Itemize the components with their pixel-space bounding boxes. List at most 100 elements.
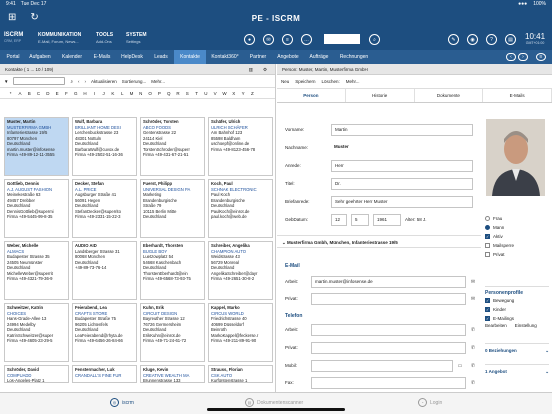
refresh-button[interactable]: Aktualisieren [91, 79, 117, 84]
alphabet-letter[interactable]: I [90, 91, 99, 96]
contact-card[interactable]: Schweitzer, Katrin CHOICES Hans-Grade-Alle… [4, 303, 69, 362]
briefanrede-field[interactable]: Sehr geehrter Herr Muster [331, 196, 473, 208]
gender-mann-radio[interactable]: Mann [485, 223, 549, 232]
alphabet-letter[interactable]: M [127, 91, 136, 96]
profile-bewegung[interactable]: ✓ Bewegung [485, 296, 549, 305]
contact-card[interactable]: Strauss, Florian CSK AUTO Kurfürstenstrass… [208, 365, 273, 383]
settings-icon[interactable]: ⚙ [263, 64, 267, 75]
alphabet-letter[interactable]: * [6, 91, 15, 96]
user-icon[interactable]: ◉ [467, 34, 478, 45]
privat-checkbox[interactable]: Privat [485, 250, 549, 259]
contact-card[interactable]: Wulf, Barbara BRILLIANT HOME DESI Lerchenb… [72, 117, 137, 176]
tab-helpdesk[interactable]: HelpDesk [118, 50, 146, 64]
alphabet-letter[interactable]: H [80, 91, 89, 96]
search-icon[interactable]: ⌕ [70, 79, 73, 84]
nachname-field[interactable]: Muster [331, 142, 473, 154]
alphabet-letter[interactable]: S [183, 91, 192, 96]
alphabet-letter[interactable]: T [192, 91, 201, 96]
more-icon[interactable]: … [301, 34, 312, 45]
contact-card[interactable]: Gottlieb, Dennis A.J. AUGUST FASHION Meine… [4, 179, 69, 238]
mail-icon[interactable]: ✉ [470, 279, 476, 285]
contact-card[interactable]: Weber, Michelle ALMACS Budapester Strasse … [4, 241, 69, 300]
tel-mobil-field[interactable] [311, 360, 453, 372]
alphabet-letter[interactable]: R [173, 91, 182, 96]
filter-icon[interactable]: ▼ [4, 79, 8, 84]
alphabet-letter[interactable]: X [229, 91, 238, 96]
vorname-field[interactable]: Martin [331, 124, 473, 136]
contact-card[interactable]: Schröder, David COMPUADD Los-Angeles-Platz… [4, 365, 69, 383]
einstellung-button[interactable]: Einstellung [515, 323, 537, 331]
contact-card[interactable]: Eberhardt, Thorsten BUGLE BOY Luetzowplatz… [140, 241, 205, 300]
profile-kinder[interactable]: ✓ Kinder [485, 305, 549, 314]
alphabet-letter[interactable]: W [220, 91, 229, 96]
alphabet-letter[interactable]: A [15, 91, 24, 96]
contact-search-input[interactable] [13, 77, 66, 85]
tel-fax-field[interactable] [311, 377, 466, 389]
menu-system[interactable]: SYSTEM Settings [126, 32, 147, 45]
contact-card[interactable]: Muster, Martin MUSTERFIRMA GMBH Infanterie… [4, 117, 69, 176]
tab-emails[interactable]: E-Mails [483, 89, 552, 102]
alphabet-letter[interactable]: U [201, 91, 210, 96]
phone-icon[interactable]: ✆ [470, 345, 476, 351]
company-section[interactable]: ⌄ Musterfirma Gmbh, München, Infanteries… [277, 235, 481, 248]
phone-icon[interactable]: ✆ [470, 380, 476, 386]
contact-card[interactable]: Schäfer, Ulrich ULRICH SCHÄFER Am Bahnhof … [208, 117, 273, 176]
contact-card[interactable]: AUDIO AID Landsberger Strasse 31 80068 Mün… [72, 241, 137, 300]
bearbeiten-button[interactable]: Bearbeiten [485, 323, 507, 331]
new-button[interactable]: Neu [281, 79, 289, 84]
gender-frau-radio[interactable]: Frau [485, 214, 549, 223]
sort-button[interactable]: Sortierung... [122, 79, 147, 84]
geb-day-field[interactable]: 12 [331, 214, 347, 226]
search-icon[interactable]: ⌕ [369, 34, 380, 45]
alphabet-letter[interactable]: P [155, 91, 164, 96]
tab-dokumente[interactable]: Dokumente [415, 89, 484, 102]
tab-rechnungen[interactable]: Rechnungen [336, 50, 372, 64]
contact-card[interactable]: Kuhn, Erik CIRCUIT DESIGN Bayreuther Stras… [140, 303, 205, 362]
alphabet-letter[interactable]: E [52, 91, 61, 96]
contact-card[interactable]: Schröder, Torsten ABCO FOODS Gentenstrasse… [140, 117, 205, 176]
geb-year-field[interactable]: 1961 [373, 214, 401, 226]
alphabet-letter[interactable]: Q [164, 91, 173, 96]
mail-icon[interactable]: ✉ [263, 34, 274, 45]
tab-person[interactable]: Person [277, 89, 346, 102]
alarm-icon[interactable]: ● [244, 34, 255, 45]
next-page-icon[interactable]: › [85, 79, 87, 84]
tab-kontakt360[interactable]: Kontakt360° [208, 50, 242, 64]
mail-icon[interactable]: ✉ [470, 296, 476, 302]
beziehungen-section[interactable]: 0 Beziehungen ⌄ [485, 343, 549, 357]
tab-leads[interactable]: Leads [150, 50, 172, 64]
phone-icon[interactable]: ✆ [470, 363, 476, 369]
profile-emailings[interactable]: ✓ E-Mailings [485, 314, 549, 323]
contact-card[interactable]: Kappel, Marko CIRCUS WORLD Friedrichstrass… [208, 303, 273, 362]
tab-menu-icon[interactable]: ≡ [536, 53, 546, 61]
titel-select[interactable]: Dr. [331, 178, 473, 190]
contact-card[interactable]: Feierabend, Lea CRAFTS STORE Budapester St… [72, 303, 137, 362]
alphabet-letter[interactable]: Y [238, 91, 247, 96]
save-button[interactable]: Speichern [295, 79, 315, 84]
sms-icon[interactable]: ▭ [457, 363, 463, 369]
tab-portal[interactable]: Portal [4, 50, 22, 64]
more-button[interactable]: Mehr... [346, 79, 360, 84]
alphabet-letter[interactable]: L [118, 91, 127, 96]
iscrm-button[interactable]: ◎ iscrm [110, 398, 134, 407]
tab-angebote[interactable]: Angebote [274, 50, 302, 64]
tab-emails[interactable]: E-Mails [90, 50, 114, 64]
alphabet-letter[interactable]: G [71, 91, 80, 96]
tab-partner[interactable]: Partner [246, 50, 270, 64]
contact-card[interactable]: Fenstermacher, Luk CRANDALL'S FINE FUR [72, 365, 137, 383]
tab-auftraege[interactable]: Aufträge [306, 50, 332, 64]
aktiv-checkbox[interactable]: ✓ Aktiv [485, 232, 549, 241]
contact-card[interactable]: Kluge, Kevin CREATIVE WEALTH MA Brunnenstr… [140, 365, 205, 383]
geb-month-field[interactable]: 5 [351, 214, 369, 226]
tab-kontakte[interactable]: Kontakte [174, 50, 206, 64]
card-company[interactable]: CRANDALL'S FINE FUR [75, 373, 134, 379]
tab-historie[interactable]: Historie [346, 89, 415, 102]
contact-card[interactable]: Decker, Stefan A.L. PRICE Augsburger Straß… [72, 179, 137, 238]
alphabet-letter[interactable]: D [43, 91, 52, 96]
tel-arbeit-field[interactable] [311, 324, 466, 336]
scanner-button[interactable]: ▤ Dokumentenscanner [245, 398, 303, 407]
contact-card[interactable]: Schreiber, Angelika CHAMPION AUTO Weidstra… [208, 241, 273, 300]
alphabet-letter[interactable]: C [34, 91, 43, 96]
alphabet-letter[interactable]: O [145, 91, 154, 96]
mailsperre-checkbox[interactable]: Mailsperre [485, 241, 549, 250]
